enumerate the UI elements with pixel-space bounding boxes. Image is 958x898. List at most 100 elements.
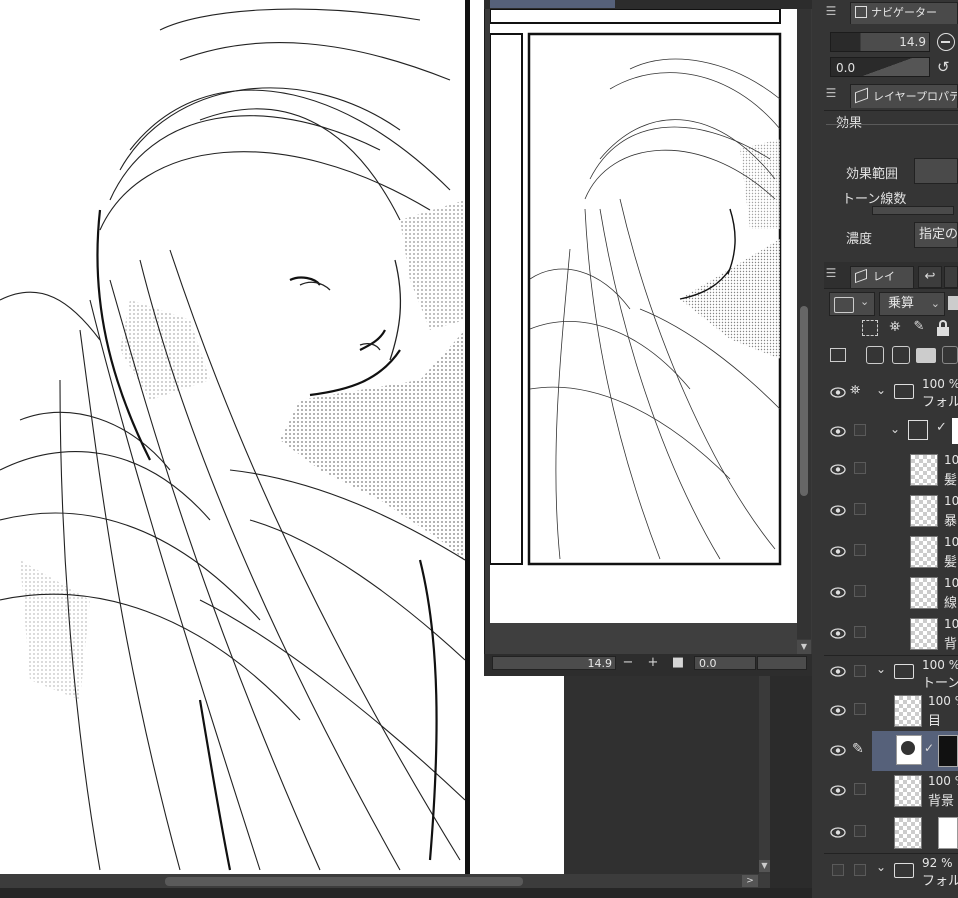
opacity-slider-edge[interactable] <box>948 296 958 310</box>
layer-lock-checkbox[interactable] <box>854 825 866 837</box>
layer-lock-checkbox[interactable] <box>854 783 866 795</box>
extra-tab[interactable] <box>944 266 958 288</box>
sub-view-active-tab[interactable] <box>490 0 615 8</box>
folder-expand-chevron-icon[interactable]: ⌄ <box>890 422 900 436</box>
layer-row[interactable]: 100 % 背景 <box>824 771 958 811</box>
folder-icon <box>894 863 914 878</box>
layer-stack-icon <box>855 268 867 284</box>
layer-row-selected[interactable]: ✎ ✓ <box>824 731 958 771</box>
layer-row[interactable]: 10 髪 <box>824 450 958 490</box>
expression-color-dropdown[interactable]: ⌄ <box>829 292 875 316</box>
draft-layer-icon[interactable]: ✎ <box>910 318 928 336</box>
layer-thumbnail <box>910 577 938 609</box>
tone-lines-label: トーン線数 <box>842 192 907 207</box>
horizontal-scroll-thumb[interactable] <box>165 877 523 886</box>
new-vector-layer-icon[interactable] <box>892 346 910 364</box>
layer-opacity: 92 % <box>922 856 953 870</box>
visibility-eye-icon[interactable] <box>830 745 846 756</box>
visibility-eye-icon[interactable] <box>830 587 846 598</box>
sub-view-scroll-down-icon[interactable]: ▼ <box>797 640 811 654</box>
layer-opacity: 100 % <box>922 377 958 391</box>
sub-view-scroll-thumb[interactable] <box>800 306 808 496</box>
visibility-eye-icon[interactable] <box>830 827 846 838</box>
layer-row[interactable]: 10 髪 <box>824 532 958 572</box>
layer-opacity: 10 <box>944 453 958 467</box>
new-raster-layer-icon[interactable] <box>866 346 884 364</box>
navigator-zoom-slider[interactable]: 14.9 <box>830 32 930 52</box>
tone-lines-slider[interactable] <box>872 206 954 215</box>
navigator-tab[interactable]: ナビゲーター <box>850 2 958 24</box>
layer-lock-checkbox[interactable] <box>854 626 866 638</box>
layer-row[interactable]: ⛯ ⌄ 100 % フォルダ <box>824 375 958 411</box>
zoom-out-button[interactable]: − <box>619 655 637 671</box>
lock-icon[interactable] <box>936 320 950 336</box>
folder-expand-chevron-icon[interactable]: ⌄ <box>876 383 886 397</box>
visibility-checkbox[interactable] <box>832 864 844 876</box>
reference-layer-icon[interactable]: ⛯ <box>886 318 904 336</box>
blend-chevron-icon: ⌄ <box>930 297 940 310</box>
density-dropdown[interactable]: 指定の <box>914 222 958 248</box>
canvas-vertical-scrollbar[interactable] <box>759 676 770 874</box>
layer-lock-checkbox[interactable] <box>854 503 866 515</box>
layer-tab[interactable]: レイ <box>850 266 914 288</box>
layer-property-menu-icon[interactable]: ☰ <box>824 86 838 106</box>
visibility-eye-icon[interactable] <box>830 785 846 796</box>
layer-list-icon[interactable] <box>830 348 846 362</box>
folder-expand-chevron-icon[interactable]: ⌄ <box>876 662 886 676</box>
layer-row[interactable]: ⌄ ✓ <box>824 412 958 450</box>
tone-layer-thumbnail <box>896 735 922 765</box>
rotate-reset-icon[interactable]: ↺ <box>937 57 957 77</box>
layer-row[interactable]: 10 背 <box>824 614 958 654</box>
visibility-eye-icon[interactable] <box>830 628 846 639</box>
sub-view-page-preview[interactable] <box>490 9 797 623</box>
sub-view-rotate-slider[interactable]: 0.0 <box>694 656 756 670</box>
layer-lock-checkbox[interactable] <box>854 665 866 677</box>
sub-view-extra-slider[interactable] <box>757 656 807 670</box>
visibility-eye-icon[interactable] <box>830 387 846 398</box>
layer-row[interactable]: 10 暴 <box>824 491 958 531</box>
layer-row[interactable] <box>824 811 958 853</box>
effect-section-label: 効果 <box>836 116 863 131</box>
layer-name: 線 <box>944 596 958 611</box>
visibility-eye-icon[interactable] <box>830 705 846 716</box>
section-divider <box>826 124 958 125</box>
layer-lock-checkbox[interactable] <box>854 462 866 474</box>
visibility-eye-icon[interactable] <box>830 426 846 437</box>
zoom-in-button[interactable]: + <box>644 655 662 671</box>
folder-icon <box>894 384 914 399</box>
visibility-eye-icon[interactable] <box>830 546 846 557</box>
blend-mode-dropdown[interactable]: 乗算 ⌄ <box>879 292 945 316</box>
layer-panel-menu-icon[interactable]: ☰ <box>824 266 838 284</box>
effect-range-button[interactable] <box>914 158 958 184</box>
layer-row[interactable]: ⌄ 100 % トーン <box>824 655 958 692</box>
layer-lock-checkbox[interactable] <box>854 544 866 556</box>
layer-row[interactable]: ⌄ 92 % フォルダ <box>824 853 958 889</box>
navigator-menu-icon[interactable]: ☰ <box>824 4 838 24</box>
sub-view-zoom-slider[interactable]: 14.9 <box>492 656 616 670</box>
visibility-eye-icon[interactable] <box>830 464 846 475</box>
layer-lock-checkbox[interactable] <box>854 424 866 436</box>
manga-page-artwork[interactable] <box>0 0 470 874</box>
fit-view-square-icon[interactable]: ■ <box>669 655 687 671</box>
navigator-zoom-value: 14.9 <box>899 35 926 49</box>
zoom-out-circle-icon[interactable] <box>937 33 955 51</box>
scroll-right-arrow-icon[interactable]: > <box>742 875 758 887</box>
layer-lock-checkbox[interactable] <box>854 585 866 597</box>
visibility-eye-icon[interactable] <box>830 666 846 677</box>
scroll-down-arrow-icon[interactable]: ▼ <box>759 860 770 872</box>
duplicate-layer-icon[interactable] <box>942 346 958 364</box>
new-folder-icon[interactable] <box>916 348 936 363</box>
navigator-rotate-slider[interactable]: 0.0 <box>830 57 930 77</box>
clip-to-layer-icon[interactable] <box>862 320 878 336</box>
layer-row[interactable]: 100 % 目 <box>824 691 958 731</box>
layer-lock-checkbox[interactable] <box>854 703 866 715</box>
sub-view-rotate-value: 0.0 <box>699 657 717 670</box>
visibility-eye-icon[interactable] <box>830 505 846 516</box>
layer-row[interactable]: 10 線 <box>824 573 958 613</box>
history-tab-icon[interactable]: ↩ <box>918 266 942 288</box>
reference-layer-icon: ⛯ <box>850 383 861 398</box>
check-icon: ✓ <box>924 741 935 755</box>
layer-property-tab[interactable]: レイヤープロパティ <box>850 84 958 108</box>
layer-lock-checkbox[interactable] <box>854 864 866 876</box>
folder-expand-chevron-icon[interactable]: ⌄ <box>876 860 886 874</box>
